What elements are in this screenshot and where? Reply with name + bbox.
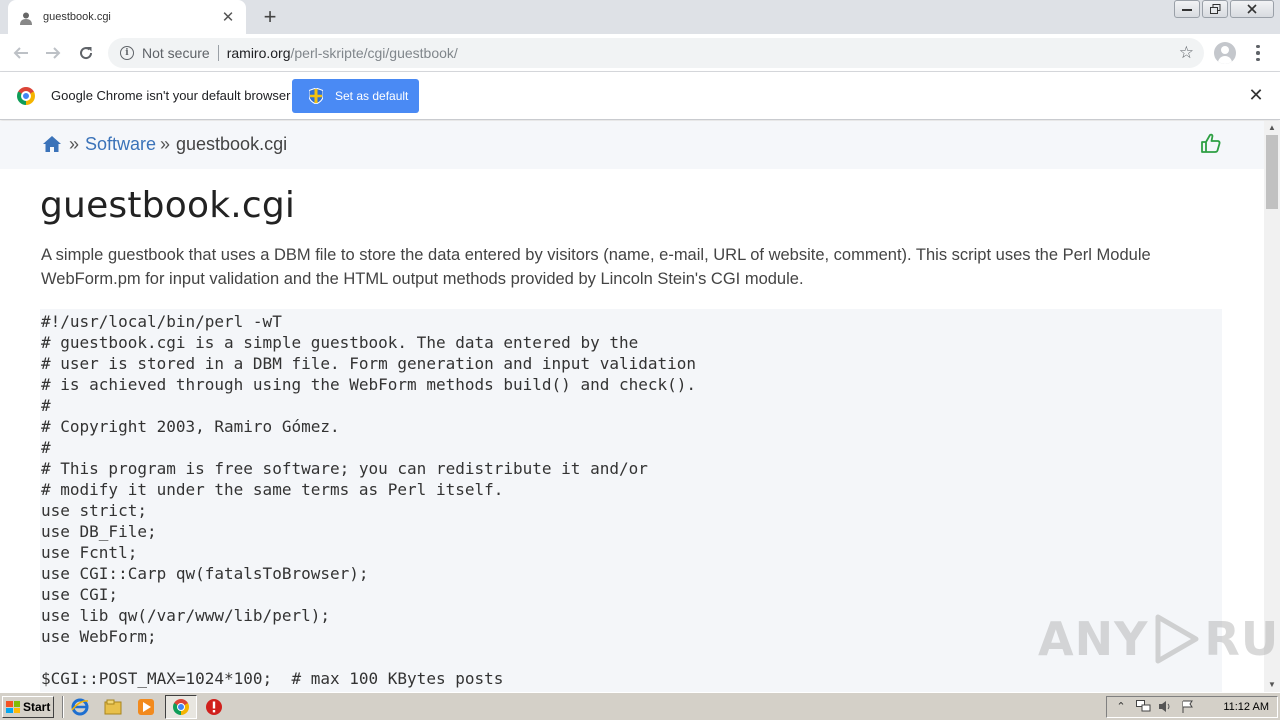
infobar-close-icon[interactable]: ✕ (1247, 85, 1265, 106)
window-close-button[interactable] (1230, 0, 1274, 18)
address-bar[interactable]: i Not secure ramiro.org/perl-skripte/cgi… (108, 38, 1204, 68)
tab-close-icon[interactable]: ✕ (220, 8, 236, 26)
three-dots-icon[interactable] (1250, 42, 1266, 64)
start-button[interactable]: Start (2, 696, 54, 718)
windows-taskbar: Start ⌃ 11:12 AM (0, 692, 1280, 720)
internet-explorer-icon[interactable] (71, 698, 89, 716)
omnibox-divider (217, 45, 219, 61)
breadcrumb-separator: » (69, 134, 80, 154)
profile-avatar-icon[interactable] (1214, 42, 1236, 64)
url-host: ramiro.org (226, 45, 291, 61)
page-content: » Software » guestbook.cgi guestbook.cgi… (0, 121, 1264, 692)
taskbar-chrome-button[interactable] (165, 695, 197, 719)
taskbar-separator (62, 696, 64, 718)
breadcrumb-current: guestbook.cgi (176, 134, 288, 154)
start-label: Start (23, 700, 51, 714)
set-as-default-label: Set as default (335, 89, 409, 103)
minimize-button[interactable] (1174, 0, 1200, 18)
uac-shield-icon (309, 88, 323, 104)
watermark-right-text: RUN (1204, 612, 1280, 666)
system-tray: ⌃ 11:12 AM (1106, 696, 1278, 718)
breadcrumb-link-software[interactable]: Software (85, 134, 156, 155)
back-arrow-icon[interactable] (8, 40, 34, 66)
tray-expand-icon[interactable]: ⌃ (1113, 700, 1129, 714)
network-icon[interactable] (1135, 700, 1151, 714)
new-tab-button[interactable]: + (258, 4, 282, 30)
restore-button[interactable] (1202, 0, 1228, 18)
security-label: Not secure (142, 45, 210, 61)
infobar-message: Google Chrome isn't your default browser (51, 88, 291, 103)
stop-sign-icon[interactable] (205, 698, 223, 716)
play-triangle-icon (1155, 614, 1199, 664)
star-icon[interactable]: ☆ (1179, 43, 1194, 63)
watermark-left-text: ANY (1038, 612, 1149, 666)
scroll-up-arrow-icon[interactable]: ▲ (1264, 121, 1280, 135)
taskbar-clock: 11:12 AM (1223, 701, 1269, 713)
action-center-flag-icon[interactable] (1179, 700, 1195, 714)
chrome-icon (173, 699, 189, 715)
volume-icon[interactable] (1157, 700, 1173, 714)
reload-icon[interactable] (73, 40, 99, 66)
window-controls (1172, 0, 1274, 18)
breadcrumb: » Software » guestbook.cgi (0, 121, 1264, 169)
tab-strip: guestbook.cgi ✕ + (0, 0, 1280, 34)
page-description: A simple guestbook that uses a DBM file … (41, 246, 1151, 288)
chrome-logo-icon (17, 87, 35, 105)
forward-arrow-icon[interactable] (40, 40, 66, 66)
home-icon[interactable] (42, 135, 62, 153)
breadcrumb-separator: » (160, 134, 171, 154)
info-icon[interactable]: i (120, 46, 134, 60)
browser-toolbar: i Not secure ramiro.org/perl-skripte/cgi… (0, 34, 1280, 72)
set-as-default-button[interactable]: Set as default (292, 79, 419, 113)
page-scrollbar[interactable]: ▲ ▼ (1264, 121, 1280, 692)
scroll-thumb[interactable] (1266, 135, 1278, 209)
scroll-down-arrow-icon[interactable]: ▼ (1264, 678, 1280, 692)
file-explorer-icon[interactable] (104, 698, 122, 716)
tab-title: guestbook.cgi (43, 11, 111, 23)
anyrun-watermark: ANY RUN (1038, 612, 1280, 666)
thumbs-up-icon[interactable] (1200, 132, 1222, 154)
url-path: /perl-skripte/cgi/guestbook/ (290, 45, 458, 61)
person-favicon-icon (18, 9, 34, 25)
media-player-icon[interactable] (137, 698, 155, 716)
page-title: guestbook.cgi (40, 185, 296, 226)
windows-logo-icon (6, 701, 20, 713)
default-browser-infobar: Google Chrome isn't your default browser… (0, 72, 1280, 120)
browser-tab[interactable]: guestbook.cgi ✕ (8, 0, 246, 34)
